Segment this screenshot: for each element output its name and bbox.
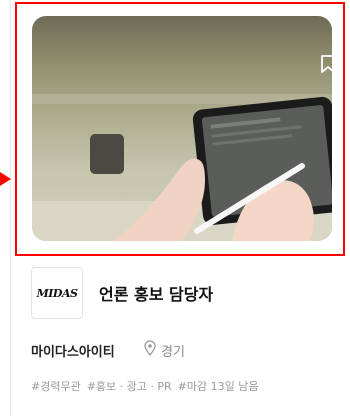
location: 경기 — [143, 340, 185, 360]
company-name[interactable]: 마이다스아이티 — [31, 341, 115, 360]
tag-category: #홍보 · 광고 · PR — [86, 380, 172, 393]
tablet-photo — [32, 94, 332, 241]
company-logo: MIDAS — [31, 267, 83, 319]
company-logo-text: MIDAS — [36, 286, 78, 300]
tag-list: #경력무관 #홍보 · 광고 · PR #마감 13일 남음 — [31, 378, 258, 394]
location-pin-icon — [143, 340, 157, 360]
location-text: 경기 — [161, 344, 185, 360]
red-arrow-indicator — [0, 172, 11, 186]
bookmark-icon[interactable] — [320, 54, 332, 80]
tag-career: #경력무관 — [31, 380, 81, 393]
job-title[interactable]: 언론 홍보 담당자 — [99, 281, 213, 305]
job-card[interactable]: MIDAS 언론 홍보 담당자 마이다스아이티 경기 #경력무관 #홍보 · 광… — [0, 0, 350, 416]
job-thumbnail-image[interactable] — [32, 16, 332, 241]
card-divider — [10, 0, 11, 416]
tag-deadline: #마감 13일 남음 — [177, 380, 259, 393]
